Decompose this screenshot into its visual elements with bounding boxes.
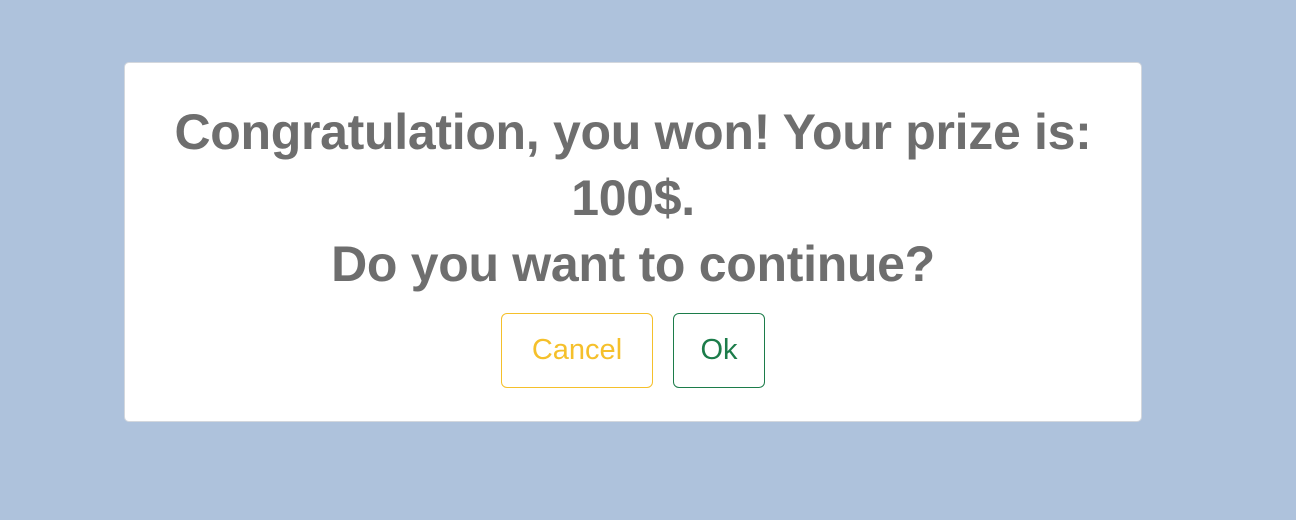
cancel-button[interactable]: Cancel	[501, 313, 653, 388]
dialog-actions: Cancel Ok	[125, 313, 1141, 388]
dialog-message-question: Do you want to continue?	[331, 236, 935, 292]
dialog-message-prize: 100$.	[571, 170, 695, 226]
confirmation-dialog: Congratulation, you won! Your prize is: …	[124, 62, 1142, 422]
dialog-message: Congratulation, you won! Your prize is: …	[165, 99, 1101, 297]
ok-button[interactable]: Ok	[673, 313, 765, 388]
dialog-message-line-1: Congratulation, you won! Your prize is:	[174, 104, 1092, 160]
